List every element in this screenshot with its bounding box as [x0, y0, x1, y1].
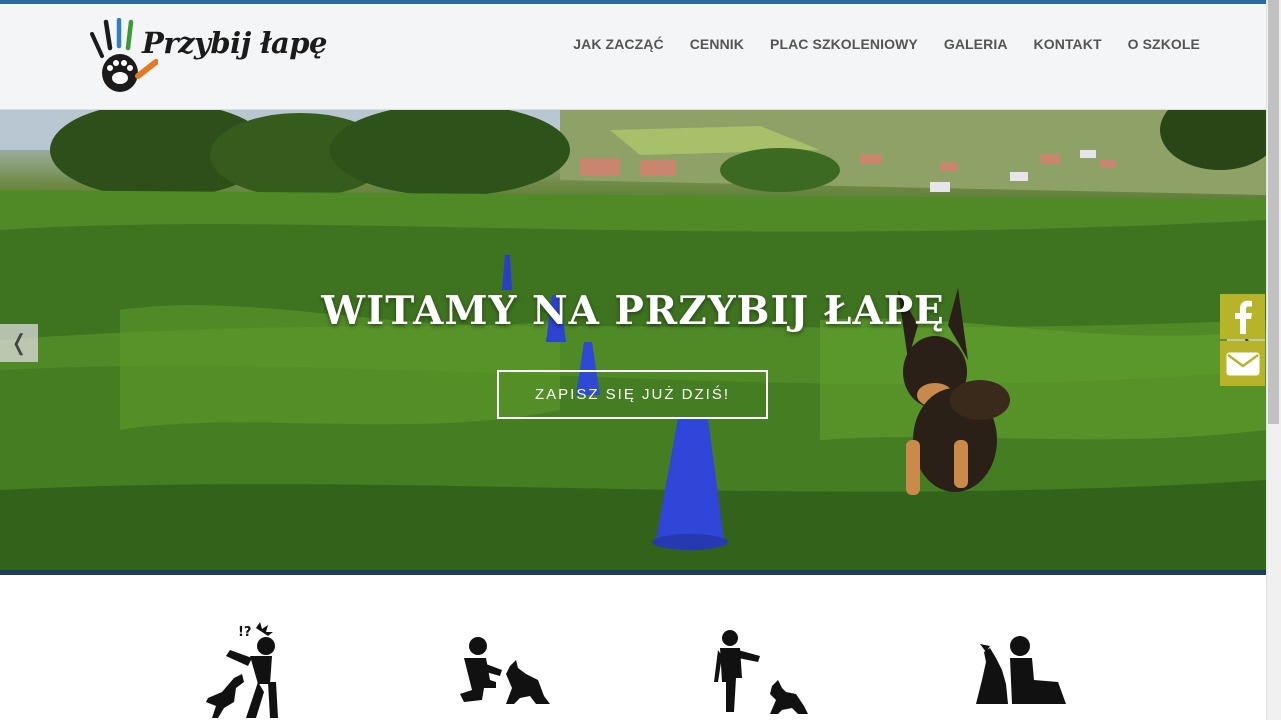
hero-title: WITAMY NA PRZYBIJ ŁAPĘ	[321, 288, 945, 334]
nav-item-jak-zaczac[interactable]: JAK ZACZĄĆ	[573, 36, 663, 52]
crouching-person-with-dog-icon	[460, 637, 550, 704]
page: Przybij łapę JAK ZACZĄĆ CENNIK PLAC SZKO…	[0, 0, 1281, 720]
hero-background-image	[0, 110, 1266, 574]
hero-slider: ❬ ❭ WITAMY NA PRZYBIJ ŁAPĘ ZAPISZ SIĘ JU…	[0, 110, 1266, 574]
logo-link[interactable]: Przybij łapę	[88, 18, 327, 96]
feature-confused-person-with-dog[interactable]: !?	[198, 622, 284, 720]
signup-button[interactable]: ZAPISZ SIĘ JUŻ DZIŚ!	[497, 370, 768, 419]
facebook-icon	[1234, 300, 1252, 334]
nav-item-kontakt[interactable]: KONTAKT	[1034, 36, 1102, 52]
hero-bottom-line	[0, 570, 1266, 575]
nav-item-o-szkole[interactable]: O SZKOLE	[1128, 36, 1200, 52]
sitting-person-with-dog-icon	[976, 636, 1066, 704]
feature-crouching-person-with-dog[interactable]	[456, 622, 552, 720]
facebook-button[interactable]	[1220, 294, 1265, 339]
site-header: Przybij łapę JAK ZACZĄĆ CENNIK PLAC SZKO…	[0, 4, 1266, 110]
svg-text:!?: !?	[238, 625, 251, 640]
email-button[interactable]	[1220, 341, 1265, 386]
feature-sitting-person-with-dog[interactable]	[972, 622, 1068, 720]
logo-text: Przybij łapę	[142, 26, 327, 60]
confused-person-with-dog-icon: !?	[206, 622, 278, 718]
nav-item-cennik[interactable]: CENNIK	[690, 36, 744, 52]
standing-person-with-dog-icon	[714, 630, 808, 714]
nav-item-galeria[interactable]: GALERIA	[944, 36, 1008, 52]
envelope-icon	[1226, 352, 1259, 375]
main-nav: JAK ZACZĄĆ CENNIK PLAC SZKOLENIOWY GALER…	[573, 36, 1200, 52]
feature-standing-person-with-dog[interactable]	[712, 622, 810, 720]
scrollbar-thumb[interactable]	[1268, 0, 1279, 424]
nav-item-plac-szkoleniowy[interactable]: PLAC SZKOLENIOWY	[770, 36, 918, 52]
